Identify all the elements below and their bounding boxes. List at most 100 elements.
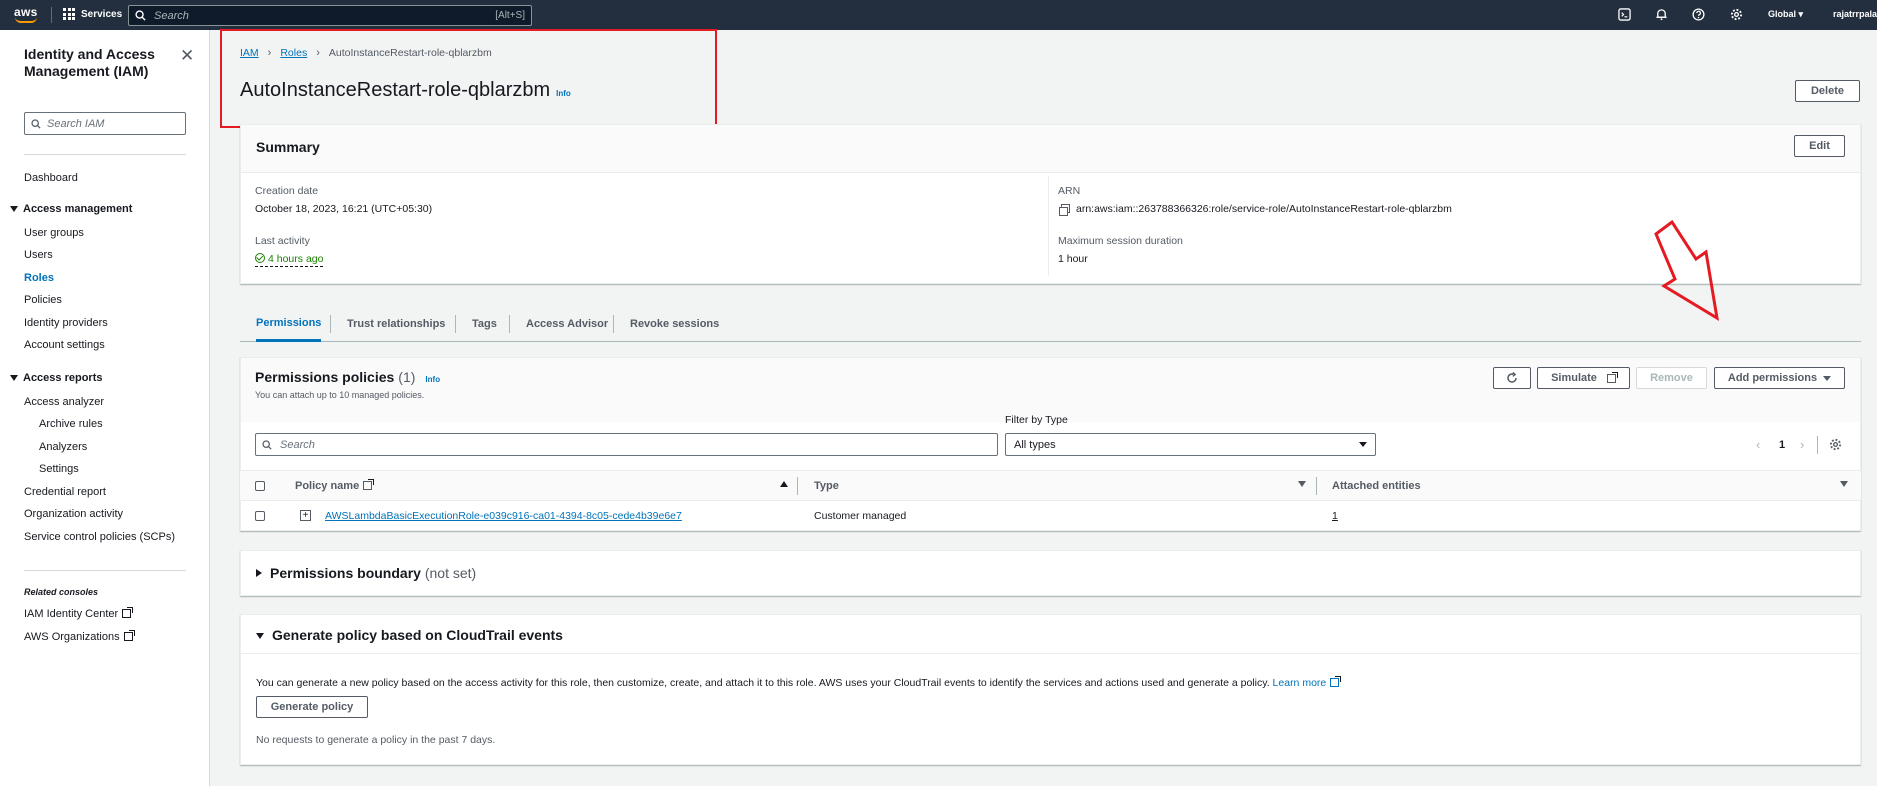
refresh-button[interactable] xyxy=(1493,367,1531,389)
aws-logo[interactable]: aws xyxy=(14,5,40,25)
max-session-label: Maximum session duration xyxy=(1058,235,1183,247)
page-number[interactable]: 1 xyxy=(1779,439,1785,451)
sidebar-group-access-management[interactable]: Access management xyxy=(10,203,132,215)
bell-icon[interactable] xyxy=(1654,8,1668,22)
edit-button[interactable]: Edit xyxy=(1794,135,1845,157)
summary-panel: Summary xyxy=(240,124,1861,284)
arn-value: arn:aws:iam::263788366326:role/service-r… xyxy=(1059,203,1452,216)
aws-smile-icon xyxy=(15,17,37,23)
copy-icon[interactable] xyxy=(1059,204,1070,216)
attached-entities-link[interactable]: 1 xyxy=(1332,510,1338,522)
sort-icon[interactable] xyxy=(1298,481,1306,487)
button-label: Simulate xyxy=(1551,372,1597,384)
gear-icon[interactable] xyxy=(1729,8,1743,22)
last-activity-value[interactable]: 4 hours ago xyxy=(255,253,324,267)
cloudshell-icon[interactable] xyxy=(1617,8,1631,22)
sidebar-search-input[interactable]: Search IAM xyxy=(24,112,186,135)
column-type[interactable]: Type xyxy=(814,480,839,492)
max-session-value: 1 hour xyxy=(1058,253,1088,265)
tab-tags[interactable]: Tags xyxy=(472,306,497,342)
sidebar-item-user-groups[interactable]: User groups xyxy=(24,227,84,239)
table-row[interactable]: + AWSLambdaBasicExecutionRole-e039c916-c… xyxy=(240,501,1861,531)
sidebar-item-identity-providers[interactable]: Identity providers xyxy=(24,317,108,329)
tab-label: Permissions xyxy=(256,316,322,329)
button-label: Edit xyxy=(1809,140,1830,152)
sidebar-item-analyzers[interactable]: Analyzers xyxy=(39,441,87,453)
generate-policy-heading[interactable]: Generate policy based on CloudTrail even… xyxy=(256,627,563,643)
sidebar-item-scps[interactable]: Service control policies (SCPs) xyxy=(24,531,175,543)
divider xyxy=(455,315,456,333)
sidebar-item-users[interactable]: Users xyxy=(24,249,53,261)
permissions-boundary-panel[interactable]: Permissions boundary (not set) xyxy=(240,550,1861,596)
tab-label: Revoke sessions xyxy=(630,318,720,330)
column-attached-entities[interactable]: Attached entities xyxy=(1332,480,1421,492)
table-header: Policy name Type Attached entities xyxy=(240,470,1861,501)
column-policy-name[interactable]: Policy name xyxy=(295,479,375,492)
sidebar-item-access-analyzer[interactable]: Access analyzer xyxy=(24,396,104,408)
policy-count: (1) xyxy=(398,369,416,385)
link-label: AWS Organizations xyxy=(24,631,120,643)
permissions-boundary-heading[interactable]: Permissions boundary (not set) xyxy=(256,565,476,581)
sidebar-item-credential-report[interactable]: Credential report xyxy=(24,486,106,498)
expand-plus-icon[interactable]: + xyxy=(300,510,311,521)
boundary-heading-text: Permissions boundary xyxy=(270,565,421,581)
account-menu[interactable]: rajatrrpala xyxy=(1833,9,1877,19)
simulate-button[interactable]: Simulate xyxy=(1537,367,1630,389)
region-selector[interactable]: Global ▾ xyxy=(1768,9,1803,20)
filter-by-type-select[interactable]: All types xyxy=(1005,433,1376,456)
tab-label: Access Advisor xyxy=(526,318,609,330)
services-menu-button[interactable]: Services xyxy=(63,8,122,20)
region-label: Global xyxy=(1768,9,1797,19)
delete-button[interactable]: Delete xyxy=(1795,80,1860,102)
sidebar-item-account-settings[interactable]: Account settings xyxy=(24,339,105,351)
tab-permissions[interactable]: Permissions xyxy=(256,306,322,342)
row-checkbox[interactable] xyxy=(255,511,265,521)
sidebar-item-dashboard[interactable]: Dashboard xyxy=(24,172,78,184)
table-settings-gear-icon[interactable] xyxy=(1829,438,1842,454)
sidebar-item-policies[interactable]: Policies xyxy=(24,294,62,306)
generate-policy-button[interactable]: Generate policy xyxy=(256,696,368,718)
sidebar-group-access-reports[interactable]: Access reports xyxy=(10,372,103,384)
remove-button[interactable]: Remove xyxy=(1636,367,1707,389)
add-permissions-button[interactable]: Add permissions xyxy=(1714,367,1845,389)
sidebar-item-roles[interactable]: Roles xyxy=(24,272,54,284)
tab-trust-relationships[interactable]: Trust relationships xyxy=(347,306,445,342)
tab-access-advisor[interactable]: Access Advisor xyxy=(526,306,608,342)
policy-name-link[interactable]: AWSLambdaBasicExecutionRole-e039c916-ca0… xyxy=(325,510,682,522)
chevron-right-icon[interactable]: › xyxy=(1800,437,1804,452)
column-label: Policy name xyxy=(295,480,360,492)
sidebar-title[interactable]: Identity and Access Management (IAM) xyxy=(24,46,174,80)
creation-date-value: October 18, 2023, 16:21 (UTC+05:30) xyxy=(255,203,433,215)
external-link-icon xyxy=(363,479,375,490)
permissions-heading-text: Permissions policies xyxy=(255,369,395,385)
button-label: Generate policy xyxy=(270,701,354,713)
sidebar-item-archive-rules[interactable]: Archive rules xyxy=(39,418,103,430)
sort-ascending-icon[interactable] xyxy=(780,481,788,487)
learn-more-link[interactable]: Learn more xyxy=(1273,676,1342,689)
info-link[interactable]: Info xyxy=(425,375,440,384)
group-label: Access management xyxy=(23,203,133,215)
column-resizer[interactable] xyxy=(797,477,798,495)
button-label: Remove xyxy=(1650,372,1693,384)
column-resizer[interactable] xyxy=(1316,477,1317,495)
search-icon xyxy=(31,118,41,129)
sidebar: Identity and Access Management (IAM) ✕ S… xyxy=(0,30,210,786)
sidebar-item-iam-identity-center[interactable]: IAM Identity Center xyxy=(24,607,134,620)
close-icon[interactable]: ✕ xyxy=(180,46,194,66)
search-icon xyxy=(135,10,146,21)
sidebar-item-organization-activity[interactable]: Organization activity xyxy=(24,508,123,520)
tab-revoke-sessions[interactable]: Revoke sessions xyxy=(630,306,719,342)
select-all-checkbox[interactable] xyxy=(255,481,265,491)
related-consoles-heading: Related consoles xyxy=(24,587,99,597)
global-search-input[interactable]: Search [Alt+S] xyxy=(128,5,532,26)
divider xyxy=(1048,176,1049,276)
summary-header: Summary xyxy=(241,125,1860,173)
services-label: Services xyxy=(81,8,123,20)
search-placeholder: Search xyxy=(154,9,189,22)
policy-search-input[interactable]: Search xyxy=(255,433,998,456)
sort-icon[interactable] xyxy=(1840,481,1848,487)
chevron-left-icon[interactable]: ‹ xyxy=(1756,437,1760,452)
help-icon[interactable] xyxy=(1691,8,1705,22)
sidebar-item-settings[interactable]: Settings xyxy=(39,463,79,475)
sidebar-item-aws-organizations[interactable]: AWS Organizations xyxy=(24,630,135,643)
